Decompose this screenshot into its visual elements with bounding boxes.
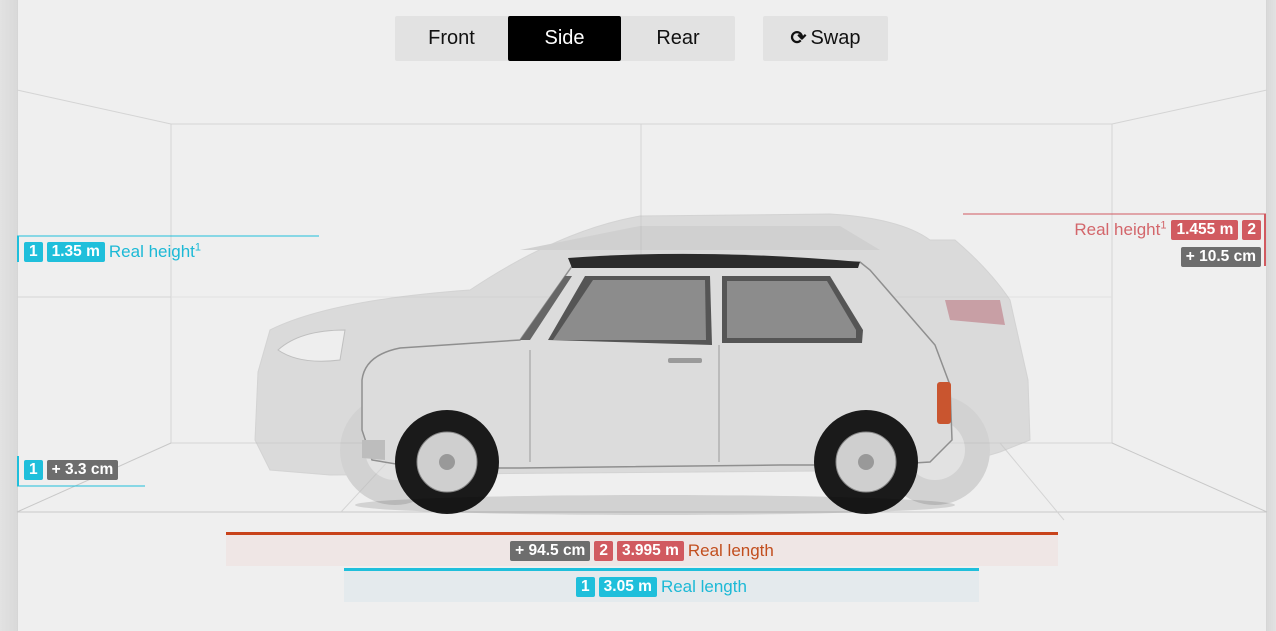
car-1-ground-label: 1 + 3.3 cm bbox=[24, 460, 122, 480]
car-2-length-value: 3.995 m bbox=[616, 540, 684, 561]
view-side-button[interactable]: Side bbox=[508, 16, 621, 61]
car-2-height-text: Real height1 bbox=[1074, 219, 1167, 239]
car-2-height-diff-label: + 10.5 cm bbox=[1180, 247, 1261, 267]
car-2-height-diff: + 10.5 cm bbox=[1180, 247, 1261, 267]
car-2-index-badge: 2 bbox=[1242, 220, 1261, 240]
swap-label: Swap bbox=[810, 27, 861, 49]
car-2-height-value: 1.455 m bbox=[1171, 220, 1239, 240]
car-2-length-diff: + 94.5 cm bbox=[510, 540, 591, 561]
car-1-index-badge: 1 bbox=[24, 242, 43, 262]
car-2-length-band: + 94.5 cm 2 3.995 m Real length bbox=[226, 532, 1058, 566]
car-1-length-text: Real length bbox=[660, 576, 747, 596]
car-1-length-band: 1 3.05 m Real length bbox=[344, 568, 979, 602]
car-1-height-text: Real height1 bbox=[108, 241, 202, 261]
car-1-height-value: 1.35 m bbox=[46, 242, 105, 262]
car-1-length-value: 3.05 m bbox=[598, 576, 657, 597]
car-1-ground-offset: + 3.3 cm bbox=[46, 460, 119, 480]
view-toolbar: Front Side Rear ⟳ Swap bbox=[395, 16, 888, 61]
car-2-height-label: Real height1 1.455 m 2 bbox=[1074, 220, 1261, 240]
car-1-height-label: 1 1.35 m Real height1 bbox=[24, 242, 201, 262]
car-2-length-text: Real length bbox=[687, 540, 774, 560]
car-1-length-index-badge: 1 bbox=[576, 576, 595, 597]
swap-button[interactable]: ⟳ Swap bbox=[763, 16, 888, 61]
view-front-button[interactable]: Front bbox=[395, 16, 508, 61]
car-1-ground-index-badge: 1 bbox=[24, 460, 43, 480]
refresh-icon: ⟳ bbox=[790, 28, 807, 49]
view-rear-button[interactable]: Rear bbox=[621, 16, 735, 61]
car-2-length-index-badge: 2 bbox=[594, 540, 613, 561]
